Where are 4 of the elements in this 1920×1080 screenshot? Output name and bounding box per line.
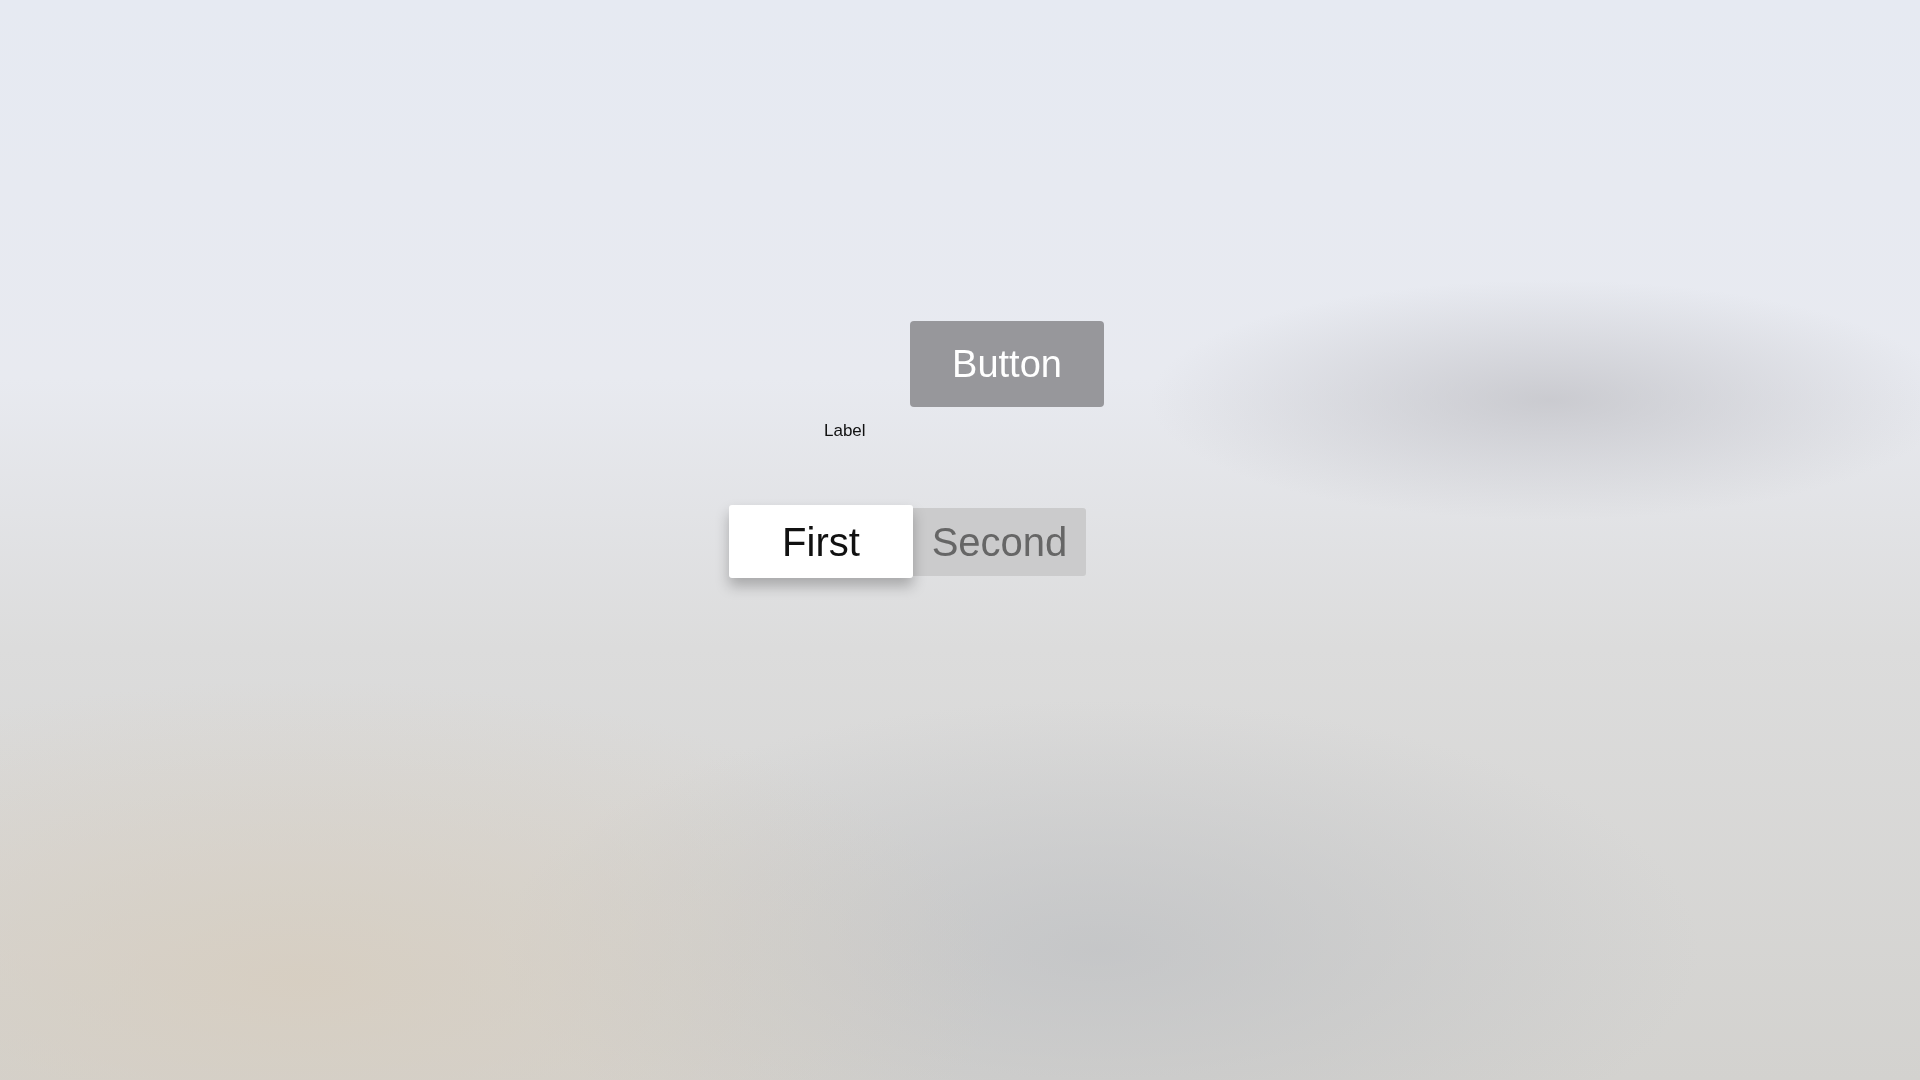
label-text: Label <box>824 421 866 442</box>
segment-tab[interactable]: Second <box>913 507 1086 576</box>
segment-tab[interactable]: First <box>729 505 913 578</box>
button[interactable]: Button <box>910 321 1104 407</box>
